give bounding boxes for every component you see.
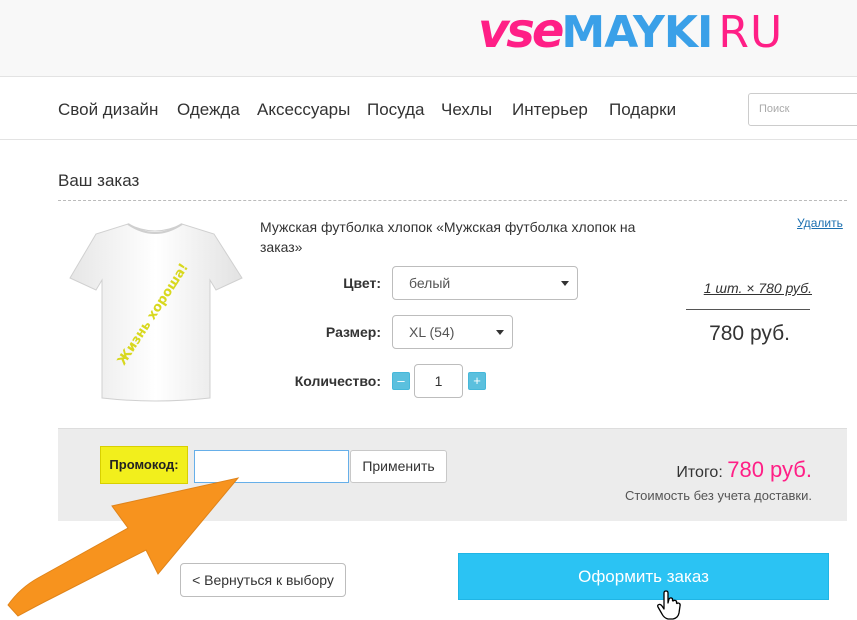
order-title: Ваш заказ bbox=[58, 171, 140, 190]
nav-item-accessories[interactable]: Аксессуары bbox=[257, 100, 350, 120]
logo-part-mayki: MAYKI bbox=[561, 7, 713, 58]
promo-label: Промокод: bbox=[100, 446, 188, 484]
quantity-label: Количество: bbox=[294, 373, 381, 389]
nav-item-interior[interactable]: Интерьер bbox=[512, 100, 588, 120]
back-to-shop-button[interactable]: < Вернуться к выбору bbox=[180, 563, 346, 597]
chevron-down-icon bbox=[496, 330, 504, 335]
size-label: Размер: bbox=[325, 324, 381, 340]
promo-code-input[interactable] bbox=[194, 450, 349, 483]
color-select-value: белый bbox=[409, 275, 451, 291]
apply-promo-button[interactable]: Применить bbox=[350, 450, 447, 483]
nav-item-dishes[interactable]: Посуда bbox=[367, 100, 424, 120]
search-input[interactable]: Поиск bbox=[748, 93, 857, 126]
size-select[interactable]: XL (54) bbox=[392, 315, 513, 349]
unit-price: 1 шт. × 780 руб. bbox=[703, 280, 812, 296]
checkout-button[interactable]: Оформить заказ bbox=[458, 553, 829, 600]
line-total: 780 руб. bbox=[709, 322, 790, 345]
nav-item-own-design[interactable]: Свой дизайн bbox=[58, 100, 158, 120]
nav-item-gifts[interactable]: Подарки bbox=[609, 100, 676, 120]
color-select[interactable]: белый bbox=[392, 266, 578, 300]
top-header: vseMAYKI RU bbox=[0, 0, 857, 77]
pointer-hand-icon bbox=[657, 590, 681, 620]
logo-part-ru: RU bbox=[718, 7, 784, 58]
quantity-increase-button[interactable]: + bbox=[468, 372, 486, 390]
product-name[interactable]: Мужская футболка хлопок «Мужская футболк… bbox=[260, 217, 660, 257]
remove-item-link[interactable]: Удалить bbox=[797, 216, 843, 230]
logo-part-vse: vse bbox=[478, 3, 564, 59]
nav-item-clothing[interactable]: Одежда bbox=[177, 100, 240, 120]
total-value: 780 руб. bbox=[727, 457, 812, 482]
site-logo[interactable]: vseMAYKI RU bbox=[478, 3, 784, 59]
color-label: Цвет: bbox=[343, 275, 381, 291]
divider bbox=[58, 200, 847, 201]
total-label: Итого: bbox=[676, 464, 723, 481]
delivery-note: Стоимость без учета доставки. bbox=[624, 488, 812, 503]
chevron-down-icon bbox=[561, 281, 569, 286]
order-total: Итого: 780 руб. bbox=[560, 457, 812, 483]
price-divider bbox=[686, 309, 810, 310]
nav-item-cases[interactable]: Чехлы bbox=[441, 100, 492, 120]
quantity-input[interactable]: 1 bbox=[414, 364, 463, 398]
size-select-value: XL (54) bbox=[409, 324, 455, 340]
tshirt-image: Жизнь хороша! bbox=[69, 223, 243, 402]
quantity-decrease-button[interactable]: – bbox=[392, 372, 410, 390]
